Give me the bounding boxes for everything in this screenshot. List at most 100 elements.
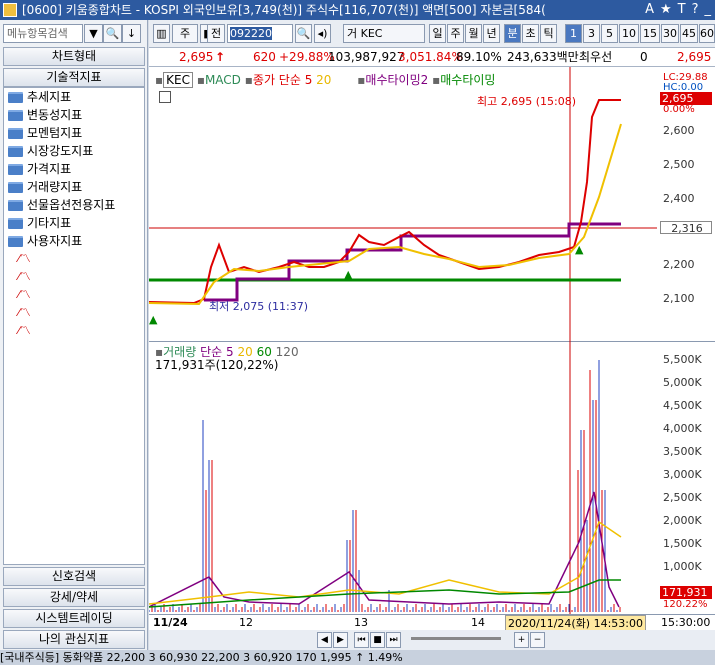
amount: 243,633백만 — [507, 50, 579, 64]
app-icon — [3, 3, 17, 17]
indicator-tree: 추세지표 변동성지표 모멘텀지표 시장강도지표 가격지표 거래량지표 선물옵션전… — [3, 87, 145, 565]
period-second[interactable]: 초 — [522, 24, 539, 43]
interval-3[interactable]: 3 — [583, 24, 600, 43]
type-select[interactable]: 주 — [172, 24, 198, 43]
tree-item[interactable]: 선물옵션전용지표 — [4, 196, 144, 214]
interval-1[interactable]: 1 — [565, 24, 582, 43]
tree-item[interactable]: 사용자지표 — [4, 232, 144, 250]
user-indicator-icon[interactable]: ⁄〽 — [4, 304, 144, 322]
menu-search-input[interactable]: 메뉴항목검색 — [3, 24, 83, 43]
svg-text:▲: ▲ — [149, 313, 158, 326]
prev-button[interactable]: 전 — [207, 24, 225, 43]
current-tag: 2,316 — [660, 221, 712, 235]
chart-icon[interactable]: ▥ — [153, 24, 170, 43]
folder-open-icon — [8, 235, 23, 247]
tree-item[interactable]: 모멘텀지표 — [4, 124, 144, 142]
zoom-in-icon[interactable]: + — [514, 632, 529, 648]
signal-search-button[interactable]: 신호검색 — [3, 567, 145, 586]
user-indicator-icon[interactable]: ⁄〽 — [4, 268, 144, 286]
zoom-out-icon[interactable]: − — [530, 632, 545, 648]
zero-value: 0 — [640, 50, 648, 64]
scroll-left-icon[interactable]: ◀ — [317, 632, 332, 648]
stock-name[interactable]: 거 KEC — [343, 24, 425, 43]
folder-icon — [8, 91, 23, 103]
period-year[interactable]: 년 — [483, 24, 500, 43]
period-week[interactable]: 주 — [447, 24, 464, 43]
interval-5[interactable]: 5 — [601, 24, 618, 43]
arrow-down-icon[interactable]: ↓ — [122, 24, 141, 43]
minimize-icon[interactable]: _ — [705, 0, 712, 20]
folder-icon — [8, 217, 23, 229]
search-icon[interactable]: 🔍 — [103, 24, 122, 43]
period-day[interactable]: 일 — [429, 24, 446, 43]
up-arrow-icon: ↑ — [215, 50, 226, 64]
tree-item[interactable]: 거래량지표 — [4, 178, 144, 196]
volume-last-tag: 171,931 — [660, 586, 712, 599]
my-indicators-button[interactable]: 나의 관심지표 — [3, 630, 145, 649]
scroll-right-icon[interactable]: ▶ — [333, 632, 348, 648]
ratio: 89.10% — [456, 50, 502, 64]
ticker-bar: [국내주식등] 동화약품 22,200 3 60,930 22,200 3 60… — [0, 650, 715, 665]
search-icon[interactable]: 🔍 — [295, 24, 312, 43]
system-trading-button[interactable]: 시스템트레이딩 — [3, 609, 145, 628]
price-axis: LC:29.88 HC:0.00 2,695 0.00% 2,600 2,500… — [657, 67, 715, 342]
volume-axis: 5,500K 5,000K 4,500K 4,000K 3,500K 3,000… — [657, 342, 715, 614]
price-plot: 최고 2,695 (15:08) 최저 2,075 (11:37) ▲ ▲ ▲ — [149, 67, 657, 342]
price-chart-pane[interactable]: ▪ KEC ▪MACD ▪종가 단순 5 20 ▪매수타이밍2 ▪매수타이밍 최고… — [149, 67, 715, 342]
svg-text:최고 2,695 (15:08): 최고 2,695 (15:08) — [477, 95, 576, 108]
chart-scrollbar[interactable]: ◀ ▶ ⏮ ■ ⏭ + − — [149, 630, 715, 650]
help-icon[interactable]: ? — [692, 0, 699, 20]
folder-icon — [8, 199, 23, 211]
toolbar: ▥ 주 ■ 전 092220 🔍 ◂) 거 KEC 일 주 월 년 분 초 틱 … — [149, 20, 715, 48]
interval-10[interactable]: 10 — [619, 24, 639, 43]
code-input[interactable]: 092220 — [227, 24, 293, 43]
user-indicator-icon[interactable]: ⁄〽 — [4, 286, 144, 304]
period-minute[interactable]: 분 — [504, 24, 521, 43]
change-rate: +29.88% — [279, 50, 335, 64]
star-icon[interactable]: ★ — [660, 0, 672, 20]
tree-item[interactable]: 기타지표 — [4, 214, 144, 232]
window-title: [0600] 키움종합차트 - KOSPI 외국인보유[3,749(천)] 주식… — [22, 3, 546, 17]
svg-text:▲: ▲ — [575, 243, 584, 256]
interval-15[interactable]: 15 — [640, 24, 660, 43]
tree-item[interactable]: 가격지표 — [4, 160, 144, 178]
time-axis: 11/24 12 13 14 2020/11/24(화) 14:53:00 15… — [149, 614, 715, 632]
svg-text:최저 2,075 (11:37): 최저 2,075 (11:37) — [209, 300, 308, 313]
user-indicator-icon[interactable]: ⁄〽 — [4, 250, 144, 268]
text-icon[interactable]: T — [678, 0, 686, 20]
dropdown-icon[interactable]: ▼ — [84, 24, 103, 43]
best-label: 최우선 — [579, 50, 613, 64]
price-change: 620 — [253, 50, 276, 64]
period-tick[interactable]: 틱 — [540, 24, 557, 43]
period-month[interactable]: 월 — [465, 24, 482, 43]
tab-technical[interactable]: 기술적지표 — [3, 68, 145, 87]
folder-icon — [8, 109, 23, 121]
interval-30[interactable]: 30 — [661, 24, 679, 43]
window-titlebar: [0600] 키움종합차트 - KOSPI 외국인보유[3,749(천)] 주식… — [0, 0, 715, 20]
user-indicator-icon[interactable]: ⁄〽 — [4, 322, 144, 340]
interval-45[interactable]: 45 — [680, 24, 698, 43]
folder-icon — [8, 163, 23, 175]
folder-icon — [8, 181, 23, 193]
left-panel: 메뉴항목검색 ▼ 🔍 ↓ 차트형태 기술적지표 추세지표 변동성지표 모멘텀지표… — [0, 20, 148, 650]
strength-button[interactable]: 강세/약세 — [3, 588, 145, 607]
folder-icon — [8, 145, 23, 157]
tree-item[interactable]: 추세지표 — [4, 88, 144, 106]
scroll-last-icon[interactable]: ⏭ — [386, 632, 401, 648]
scroll-stop-icon[interactable]: ■ — [370, 632, 385, 648]
interval-60[interactable]: 60 — [699, 24, 715, 43]
folder-icon — [8, 127, 23, 139]
tree-item[interactable]: 변동성지표 — [4, 106, 144, 124]
svg-text:▲: ▲ — [344, 268, 353, 281]
volume-plot — [149, 342, 622, 614]
volume-chart-pane[interactable]: ▪거래량 단순 5 20 60 120 171,931주(120,22%) 5,… — [149, 342, 715, 614]
current-price: 2,695 — [179, 50, 214, 64]
scroll-first-icon[interactable]: ⏮ — [354, 632, 369, 648]
sound-icon[interactable]: ◂) — [314, 24, 331, 43]
font-a-icon[interactable]: A — [645, 0, 654, 20]
tab-chart-type[interactable]: 차트형태 — [3, 47, 145, 66]
last-price: 2,695 — [677, 50, 712, 64]
tree-item[interactable]: 시장강도지표 — [4, 142, 144, 160]
zoom-slider[interactable] — [411, 637, 501, 640]
volume-rate: 3,051.84% — [398, 50, 463, 64]
